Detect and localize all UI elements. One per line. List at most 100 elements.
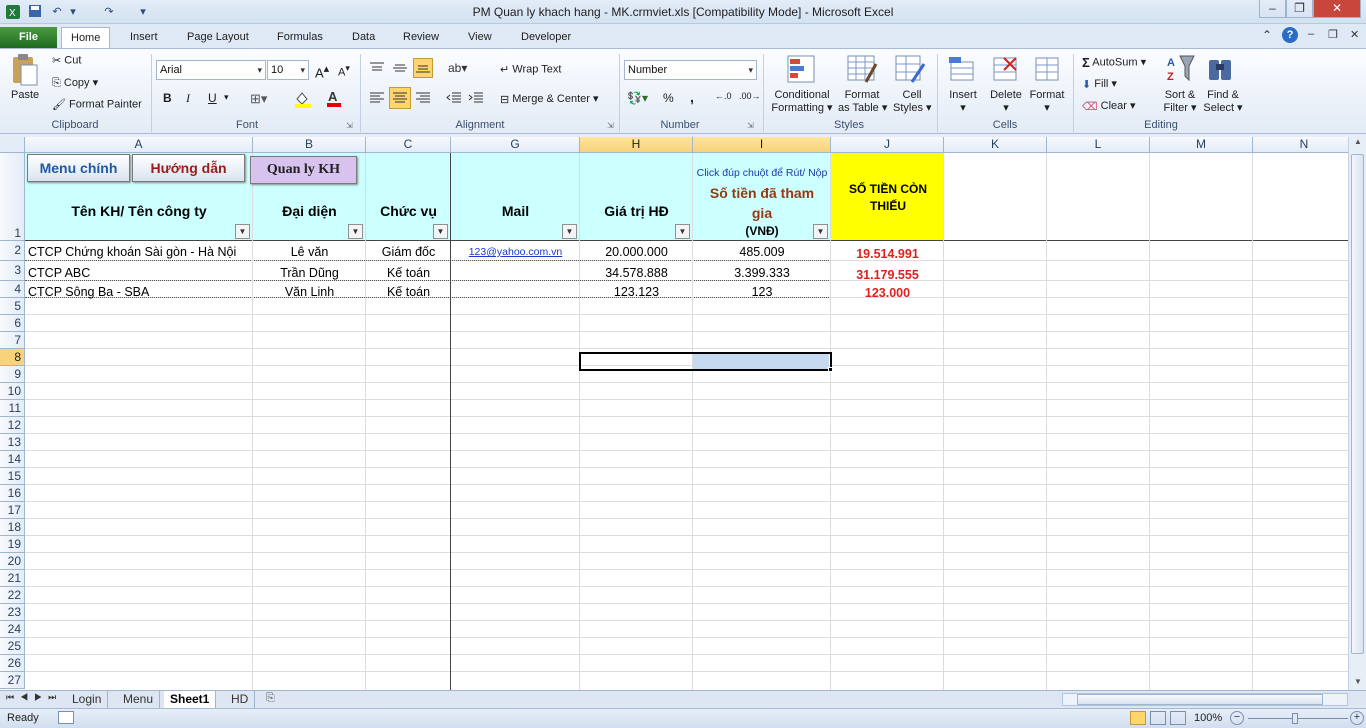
row-header[interactable]: 26 [0, 655, 25, 672]
macro-record-icon[interactable] [58, 711, 74, 724]
row-header[interactable]: 18 [0, 519, 25, 536]
increase-indent-icon[interactable] [468, 91, 484, 108]
company-cell[interactable]: CTCP Chứng khoán Sài gòn - Hà Nội [28, 245, 250, 259]
filter-dropdown-icon[interactable]: ▼ [562, 224, 577, 239]
orientation-icon[interactable]: ab▾ [448, 61, 467, 75]
underline-button[interactable]: U [208, 91, 217, 105]
column-header-j[interactable]: J [831, 137, 944, 153]
row-header[interactable]: 2 [0, 241, 25, 261]
sort-filter-button[interactable]: Sort & Filter ▾ [1160, 89, 1200, 115]
position-cell[interactable]: Giám đốc [366, 245, 451, 259]
percent-style-button[interactable]: % [663, 91, 674, 105]
remaining-cell[interactable]: 123.000 [831, 286, 944, 300]
tab-home[interactable]: Home [61, 27, 111, 48]
row-header[interactable]: 13 [0, 434, 25, 451]
fill-button[interactable]: ⬇ Fill ▾ [1082, 77, 1117, 91]
scroll-thumb[interactable] [1351, 154, 1364, 654]
insert-cells-icon[interactable] [947, 54, 977, 87]
alignment-dialog-launcher-icon[interactable]: ⇲ [607, 121, 614, 130]
workbook-close-icon[interactable]: ✕ [1350, 28, 1359, 41]
tab-page-layout[interactable]: Page Layout [178, 27, 258, 48]
horizontal-scrollbar[interactable] [1062, 693, 1348, 706]
increase-decimal-icon[interactable]: ←.0 [715, 91, 732, 101]
sheet-nav-icon[interactable]: ⏮◀▶⏭ [6, 692, 62, 703]
tab-developer[interactable]: Developer [512, 27, 580, 48]
contract-cell[interactable]: 34.578.888 [580, 266, 693, 280]
delete-cells-icon[interactable] [990, 54, 1020, 87]
position-cell[interactable]: Kế toán [366, 285, 451, 299]
cut-button[interactable]: ✂ Cut [52, 54, 81, 67]
remaining-cell[interactable]: 31.179.555 [831, 268, 944, 282]
row-header[interactable]: 9 [0, 366, 25, 383]
row-header[interactable]: 16 [0, 485, 25, 502]
decrease-decimal-icon[interactable]: .00→ [739, 91, 761, 101]
font-color-icon[interactable]: A [325, 89, 347, 110]
align-left-icon[interactable] [369, 91, 385, 108]
copy-button[interactable]: ⎘ Copy ▾ [52, 76, 98, 90]
horizontal-scroll-thumb[interactable] [1077, 694, 1323, 705]
column-header-k[interactable]: K [944, 137, 1047, 153]
font-size-combo[interactable]: 10 [267, 60, 309, 80]
column-header-i[interactable]: I [693, 137, 831, 153]
format-cells-icon[interactable] [1032, 54, 1062, 87]
rep-cell[interactable]: Văn Linh [253, 285, 366, 299]
column-header-b[interactable]: B [253, 137, 366, 153]
workbook-minimize-icon[interactable]: – [1308, 28, 1314, 40]
active-cell-selection[interactable] [579, 352, 832, 371]
column-header-h[interactable]: H [580, 137, 693, 153]
row-header[interactable]: 22 [0, 587, 25, 604]
filter-dropdown-icon[interactable]: ▼ [433, 224, 448, 239]
align-right-icon[interactable] [415, 91, 431, 108]
tab-insert[interactable]: Insert [121, 27, 167, 48]
row-header[interactable]: 27 [0, 672, 25, 689]
minimize-ribbon-icon[interactable]: ⌃ [1262, 28, 1272, 42]
row-header[interactable]: 11 [0, 400, 25, 417]
fill-handle[interactable] [828, 367, 833, 372]
sheet-tab-sheet1[interactable]: Sheet1 [164, 691, 217, 708]
column-header-c[interactable]: C [366, 137, 451, 153]
paste-button[interactable]: Paste [11, 89, 39, 101]
column-header-g[interactable]: G [451, 137, 580, 153]
fill-color-icon[interactable] [293, 90, 315, 111]
contract-cell[interactable]: 123.123 [580, 285, 693, 299]
row-header[interactable]: 6 [0, 315, 25, 332]
row-header[interactable]: 4 [0, 281, 25, 298]
column-header-a[interactable]: A [25, 137, 253, 153]
paid-cell[interactable]: 3.399.333 [693, 266, 831, 280]
filter-dropdown-icon[interactable]: ▼ [675, 224, 690, 239]
align-center-icon[interactable] [389, 87, 411, 109]
italic-button[interactable]: I [186, 91, 190, 106]
row-header[interactable]: 23 [0, 604, 25, 621]
format-as-table-icon[interactable] [846, 54, 878, 87]
row-header[interactable]: 14 [0, 451, 25, 468]
row-header[interactable]: 3 [0, 261, 25, 281]
menu-main-button[interactable]: Menu chính [27, 154, 130, 182]
tab-data[interactable]: Data [343, 27, 384, 48]
row-header[interactable]: 21 [0, 570, 25, 587]
zoom-slider[interactable] [1248, 718, 1348, 719]
bold-button[interactable]: B [163, 91, 172, 105]
find-select-button[interactable]: Find & Select ▾ [1202, 89, 1244, 115]
normal-view-icon[interactable] [1130, 711, 1146, 725]
row-header[interactable]: 24 [0, 621, 25, 638]
workbook-restore-icon[interactable]: ❐ [1328, 28, 1338, 41]
number-dialog-launcher-icon[interactable]: ⇲ [747, 121, 754, 130]
clear-button[interactable]: ⌫ Clear ▾ [1082, 99, 1136, 113]
customer-management-button[interactable]: Quan ly KH [250, 156, 357, 184]
page-break-view-icon[interactable] [1170, 711, 1186, 725]
company-cell[interactable]: CTCP Sông Ba - SBA [28, 285, 250, 299]
sheet-tab-login[interactable]: Login [66, 691, 109, 708]
company-cell[interactable]: CTCP ABC [28, 266, 250, 280]
zoom-out-icon[interactable]: − [1230, 711, 1244, 725]
borders-icon[interactable]: ⊞▾ [250, 91, 267, 107]
align-top-icon[interactable] [369, 61, 385, 78]
accounting-format-icon[interactable]: 💱▾ [627, 91, 648, 105]
tab-view[interactable]: View [459, 27, 501, 48]
format-cells-button[interactable]: Format ▾ [1027, 89, 1067, 115]
paid-cell[interactable]: 485.009 [693, 245, 831, 259]
vertical-scrollbar[interactable]: ▲ ▼ [1348, 137, 1366, 690]
row-header[interactable]: 10 [0, 383, 25, 400]
paste-icon[interactable] [9, 53, 39, 89]
filter-dropdown-icon[interactable]: ▼ [813, 224, 828, 239]
cell-styles-icon[interactable] [894, 54, 926, 87]
